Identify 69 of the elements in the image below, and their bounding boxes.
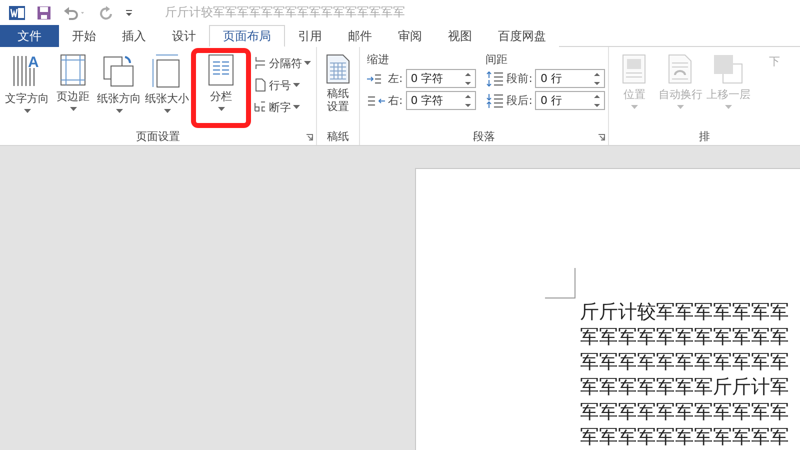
section-label: 缩进 <box>367 52 390 66</box>
spin-field[interactable]: 0 行 <box>535 69 606 88</box>
group-label: 排 <box>699 128 710 144</box>
spacing-icon <box>486 70 504 86</box>
save-icon[interactable] <box>37 6 51 20</box>
caret-icon <box>630 105 638 109</box>
group-label: 段落 <box>473 128 496 144</box>
caret-icon <box>24 109 30 113</box>
hyphenation-icon <box>253 100 267 114</box>
text-wrap-icon <box>668 54 692 84</box>
spin-field[interactable]: 0 字符 <box>406 91 476 110</box>
caret-icon <box>293 105 300 109</box>
section-label: 间距 <box>486 52 509 66</box>
caret-icon <box>218 107 224 111</box>
ribbon-tab[interactable]: 页面布局 <box>209 25 285 47</box>
spin-arrows-icon <box>464 72 471 86</box>
caret-icon <box>676 105 684 109</box>
field-label: 段前: <box>506 71 532 86</box>
field-label: 左: <box>388 71 403 86</box>
ribbon-button[interactable]: 稿纸设置 <box>320 52 356 124</box>
spacing-icon <box>486 92 504 108</box>
ribbon-small-button[interactable]: 断字 <box>251 98 313 116</box>
page-size-icon <box>152 54 182 88</box>
columns-icon <box>208 54 234 86</box>
caret-icon <box>724 105 732 109</box>
window-title: 斤斤计较军军军军军军军军军军军军军军军军 <box>165 4 405 21</box>
document-text-line: 军军军军军军军军军军军 <box>580 351 790 373</box>
ribbon-button[interactable]: 页边距 <box>51 52 95 124</box>
margin-corner-mark <box>545 268 576 299</box>
caret-icon <box>70 107 76 111</box>
ribbon-small-button[interactable]: 行号 <box>251 76 313 94</box>
manuscript-paper-icon <box>326 54 350 84</box>
undo-icon[interactable] <box>63 6 87 20</box>
ribbon-button[interactable]: 纸张大小 <box>143 52 191 124</box>
page-orientation-icon <box>103 54 135 88</box>
group-label: 稿纸 <box>327 128 349 144</box>
spin-arrows-icon <box>594 72 600 86</box>
word-logo-icon[interactable] <box>9 4 25 20</box>
margins-icon <box>60 54 86 86</box>
dialog-launcher-icon[interactable] <box>306 134 313 141</box>
redo-icon[interactable] <box>99 6 113 20</box>
document-text-line: 军军军军军军军斤斤计军 <box>580 376 790 398</box>
document-text-line: 军军军军军军军军军军军 <box>580 426 790 448</box>
caret-icon <box>293 83 300 87</box>
picture-page-icon <box>622 54 646 84</box>
field-label: 右: <box>388 93 403 108</box>
page-icon <box>253 78 267 92</box>
spin-field[interactable]: 0 字符 <box>406 69 476 88</box>
spin-field[interactable]: 0 行 <box>535 91 606 110</box>
group-label: 页面设置 <box>136 128 180 144</box>
caret-icon <box>304 61 311 65</box>
dialog-launcher-icon[interactable] <box>598 134 606 141</box>
page-break-icon <box>253 56 267 70</box>
ribbon-button[interactable]: 分栏 <box>195 52 247 124</box>
field-label: 段后: <box>506 93 532 108</box>
spin-arrows-icon <box>594 94 600 108</box>
customize-toolbar-icon[interactable] <box>125 8 133 18</box>
caret-icon <box>164 109 170 113</box>
document-text-line: 军军军军军军军军军军军 <box>580 326 790 348</box>
ribbon-button[interactable]: A 文字方向 <box>3 52 51 124</box>
ribbon-small-button[interactable]: 分隔符 <box>251 54 313 72</box>
indent-icon <box>367 96 385 106</box>
layers-icon <box>713 54 744 84</box>
ribbon-button[interactable]: 纸张方向 <box>95 52 143 124</box>
document-text-line: 军军军军军军军军军军军 <box>580 401 790 423</box>
ribbon-tab[interactable]: 文件 <box>0 25 59 47</box>
document-text-line: 斤斤计较军军军军军军军 <box>580 301 790 323</box>
spin-arrows-icon <box>464 94 471 108</box>
caret-icon <box>116 109 122 113</box>
